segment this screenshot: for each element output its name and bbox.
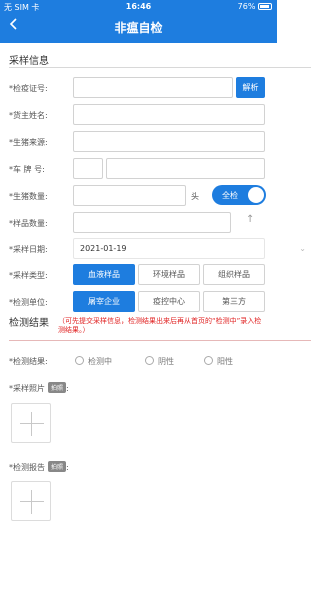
- sample-count-label: *样品数量:: [9, 219, 48, 228]
- sampling-section-title: 采样信息: [9, 56, 49, 67]
- test-unit-label: *检测单位:: [9, 298, 48, 307]
- battery-icon: [258, 3, 272, 10]
- add-report-photo-button[interactable]: [11, 481, 51, 521]
- sample-type-label: *采样类型:: [9, 271, 48, 280]
- test-unit-option-third-party[interactable]: 第三方: [203, 291, 265, 312]
- plate-label: *车 牌 号:: [9, 165, 45, 174]
- result-option-negative[interactable]: 阴性: [145, 356, 174, 367]
- result-section-title: 检测结果: [9, 318, 49, 329]
- test-unit-option-cdc[interactable]: 疫控中心: [138, 291, 200, 312]
- sample-photo-label: *采样照片 拍照:: [9, 382, 69, 393]
- radio-circle: [75, 356, 84, 365]
- sample-date-label: *采样日期:: [9, 245, 48, 254]
- sample-type-option-tissue[interactable]: 组织样品: [203, 264, 265, 285]
- chevron-down-icon: ⌄: [299, 244, 306, 253]
- test-report-label: *检测报告 拍照:: [9, 461, 69, 472]
- plate-input[interactable]: [106, 158, 265, 179]
- result-note: （可先提交采样信息，检测结果出来后再从首页的“检测中”录入检测结果。）: [58, 317, 262, 334]
- pig-count-unit: 头: [191, 192, 199, 201]
- pig-count-input[interactable]: [73, 185, 186, 206]
- parse-button[interactable]: 解析: [236, 77, 265, 98]
- sample-count-input[interactable]: [73, 212, 231, 233]
- radio-circle: [145, 356, 154, 365]
- take-photo-tag[interactable]: 拍照: [48, 382, 67, 393]
- result-label: *检测结果:: [9, 357, 48, 366]
- section-divider: [9, 67, 311, 68]
- result-option-positive[interactable]: 阳性: [204, 356, 233, 367]
- pig-source-input[interactable]: [73, 131, 265, 152]
- page-title: 非瘟自检: [114, 21, 163, 35]
- quarantine-cert-input[interactable]: [73, 77, 233, 98]
- status-time: 16:46: [125, 2, 152, 11]
- battery-percent: 76%: [237, 2, 256, 11]
- sample-date-picker[interactable]: 2021-01-19: [73, 238, 265, 259]
- full-check-toggle[interactable]: 全检: [212, 185, 266, 205]
- battery-status: 76%: [238, 2, 272, 11]
- full-check-label: 全检: [222, 191, 238, 200]
- add-sample-photo-button[interactable]: [11, 403, 51, 443]
- app-header: 无 SIM 卡 16:46 76% 非瘟自检: [0, 0, 277, 43]
- owner-name-label: *货主姓名:: [9, 111, 48, 120]
- status-bar: 无 SIM 卡 16:46 76%: [0, 0, 277, 14]
- sample-type-option-environment[interactable]: 环境样品: [138, 264, 200, 285]
- plate-prefix-select[interactable]: [73, 158, 103, 179]
- result-divider: [9, 340, 311, 341]
- take-report-photo-tag[interactable]: 拍照: [48, 461, 67, 472]
- sample-type-option-blood[interactable]: 血液样品: [73, 264, 135, 285]
- result-option-testing[interactable]: 检测中: [75, 356, 112, 367]
- owner-name-input[interactable]: [73, 104, 265, 125]
- arrow-up-icon[interactable]: ↑: [246, 214, 254, 225]
- pig-source-label: *生猪来源:: [9, 138, 48, 147]
- radio-circle: [204, 356, 213, 365]
- test-unit-option-slaughter[interactable]: 屠宰企业: [73, 291, 135, 312]
- pig-count-label: *生猪数量:: [9, 192, 48, 201]
- quarantine-cert-label: *检疫证号:: [9, 84, 48, 93]
- toggle-knob: [248, 187, 264, 203]
